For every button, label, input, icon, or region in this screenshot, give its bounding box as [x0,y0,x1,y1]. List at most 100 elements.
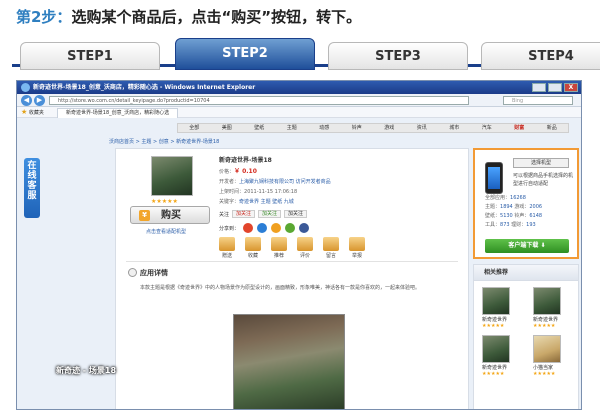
phone-icon [485,162,503,194]
follow-bar: 关注 加关注 加关注 加关注 [219,210,308,218]
minimize-button[interactable] [532,83,546,92]
online-service-tab[interactable]: 在线客服 [24,158,40,218]
product-keywords[interactable]: 奇迹世界 主题 壁纸 九城 [239,199,294,205]
follow-label: 关注 [219,211,230,218]
related-item[interactable]: 新奇迹世界 ★★★★★ [482,335,522,377]
browser-window: 新奇迹世界-场景18_创意_沃商店，精彩随心选 - Windows Intern… [16,80,582,410]
product-screenshot[interactable] [233,314,345,409]
category-item[interactable]: 主题 [276,124,309,132]
tab-step3[interactable]: STEP3 [328,42,468,70]
forward-icon[interactable]: ▶ [34,95,45,106]
related-panel: 相关推荐 新奇迹世界 ★★★★★ 新奇迹世界 ★★★★★ 新奇迹世界 ★★★★★ 小猫… [473,264,579,409]
window-titlebar: 新奇迹世界-场景18_创意_沃商店，精彩随心选 - Windows Intern… [17,81,581,94]
ie-icon [21,83,30,92]
recommend-icon [271,237,287,251]
tab-step4[interactable]: STEP4 [481,42,600,70]
product-thumbnail[interactable] [151,156,193,196]
url-input[interactable]: http://store.wo.com.cn/detail_keyipage.d… [49,96,469,105]
review-icon [297,237,313,251]
breadcrumb[interactable]: 沃商店首页 > 主题 > 创意 > 新奇迹世界-场景18 [109,138,219,145]
category-menu: 全部 美图 壁纸 主题 动感 铃声 游戏 资讯 城市 汽车 财富 新品 [177,123,569,133]
detail-description: 本款主题是根据《奇迹世界》中的人物场景作为原型设计的，画面精致，形象唯美，神话各… [140,285,421,291]
back-icon[interactable]: ◀ [21,95,32,106]
client-download-button[interactable]: 客户端下载 ⬇ [485,239,569,253]
promo-text: 可以根据商品手机选择的机型进行自动适配 [513,173,574,187]
close-button[interactable]: X [564,83,578,92]
share-bar: 分享到： [219,223,310,233]
category-item[interactable]: 全部 [178,124,211,132]
developer-link[interactable]: 上海聚九娴科技有限公司 [239,179,294,185]
category-item[interactable]: 财富 [503,124,536,132]
product-price: ￥ 0.10 [234,168,257,175]
search-input[interactable]: Bing [503,96,573,105]
favorites-label[interactable]: 收藏夹 [29,110,44,116]
rating-stars: ★★★★★ [151,198,178,205]
gift-icon [219,237,235,251]
product-info: 价格：￥ 0.10 开发者：上海聚九娴科技有限公司 访问开发者商品 上架时间：2… [219,168,331,205]
collect-button[interactable]: 收藏 [245,237,261,259]
category-item[interactable]: 游戏 [373,124,406,132]
message-button[interactable]: 留言 [323,237,339,259]
watermark-text: 新奇迹 - 场景18 [56,366,117,375]
related-thumbnail[interactable] [482,287,510,315]
related-item[interactable]: 新奇迹世界 ★★★★★ [533,287,573,329]
maximize-button[interactable] [548,83,562,92]
developer-products-link[interactable]: 访问开发者商品 [296,179,331,185]
browser-tab[interactable]: 新奇迹世界-场景18_创意_沃商店，精彩随心选 [57,108,179,118]
report-icon [349,237,365,251]
related-thumbnail[interactable] [533,287,561,315]
cart-icon: ¥ [139,210,150,221]
share-label: 分享到： [219,225,240,232]
category-item[interactable]: 壁纸 [243,124,276,132]
related-item[interactable]: 小猫当家 ★★★★★ [533,335,573,377]
detail-title: 应用详情 [140,269,168,277]
category-item[interactable]: 新品 [536,124,569,132]
divider [126,261,458,262]
address-bar: ◀ ▶ http://store.wo.com.cn/detail_keyipa… [17,94,581,107]
related-title: 相关推荐 [474,265,578,281]
buy-button-label: 购买 [161,210,181,221]
gift-button[interactable]: 赠送 [219,237,235,259]
report-button[interactable]: 举报 [349,237,365,259]
favorites-star-icon[interactable]: ★ [21,108,27,116]
share-renren-icon[interactable] [285,223,296,233]
compat-link[interactable]: 点击查看适配机型 [146,228,186,235]
category-item[interactable]: 城市 [438,124,471,132]
share-weibo-icon[interactable] [243,223,254,233]
related-thumbnail[interactable] [533,335,561,363]
client-promo: 选择机型 可以根据商品手机选择的机型进行自动适配 全部应用：16268 主题：1… [473,148,579,259]
page-heading: 第2步：选购某个商品后，点击“购买”按钮，转下。 [16,6,361,27]
category-item[interactable]: 动感 [308,124,341,132]
follow-weibo-button[interactable]: 加关注 [232,210,256,218]
share-kaixin-icon[interactable] [299,223,310,233]
review-button[interactable]: 评价 [297,237,313,259]
message-icon [323,237,339,251]
heading-text: 选购某个商品后，点击“购买”按钮，转下。 [71,8,362,26]
download-icon: ⬇ [540,242,546,249]
product-actions: 赠送 收藏 推荐 评价 留言 举报 [219,237,365,259]
category-item[interactable]: 铃声 [341,124,374,132]
related-item[interactable]: 新奇迹世界 ★★★★★ [482,287,522,329]
buy-button[interactable]: ¥ 购买 [130,206,210,224]
product-date: 2011-11-15 17:06:18 [244,189,298,195]
window-title: 新奇迹世界-场景18_创意_沃商店，精彩随心选 - Windows Intern… [33,84,256,91]
category-item[interactable]: 资讯 [406,124,439,132]
app-stats: 全部应用：16268 主题：1894 游戏：2006 壁纸：5130 铃声：61… [485,195,543,228]
window-controls: X [532,83,578,92]
recommend-button[interactable]: 推荐 [271,237,287,259]
collect-icon [245,237,261,251]
category-item[interactable]: 美图 [211,124,244,132]
tab-step2[interactable]: STEP2 [175,38,315,70]
share-qq-icon[interactable] [257,223,268,233]
follow-qq-button[interactable]: 加关注 [258,210,282,218]
product-title: 新奇迹世界-场景18 [219,157,272,164]
related-thumbnail[interactable] [482,335,510,363]
share-qzone-icon[interactable] [271,223,282,233]
favorites-bar: ★ 收藏夹 新奇迹世界-场景18_创意_沃商店，精彩随心选 [17,107,581,118]
category-item[interactable]: 汽车 [471,124,504,132]
step-navigation: STEP1 STEP2 STEP3 STEP4 [0,38,600,78]
follow-other-button[interactable]: 加关注 [284,210,308,218]
tab-step1[interactable]: STEP1 [20,42,160,70]
select-model-button[interactable]: 选择机型 [513,158,569,168]
heading-step: 第2步： [16,8,72,26]
